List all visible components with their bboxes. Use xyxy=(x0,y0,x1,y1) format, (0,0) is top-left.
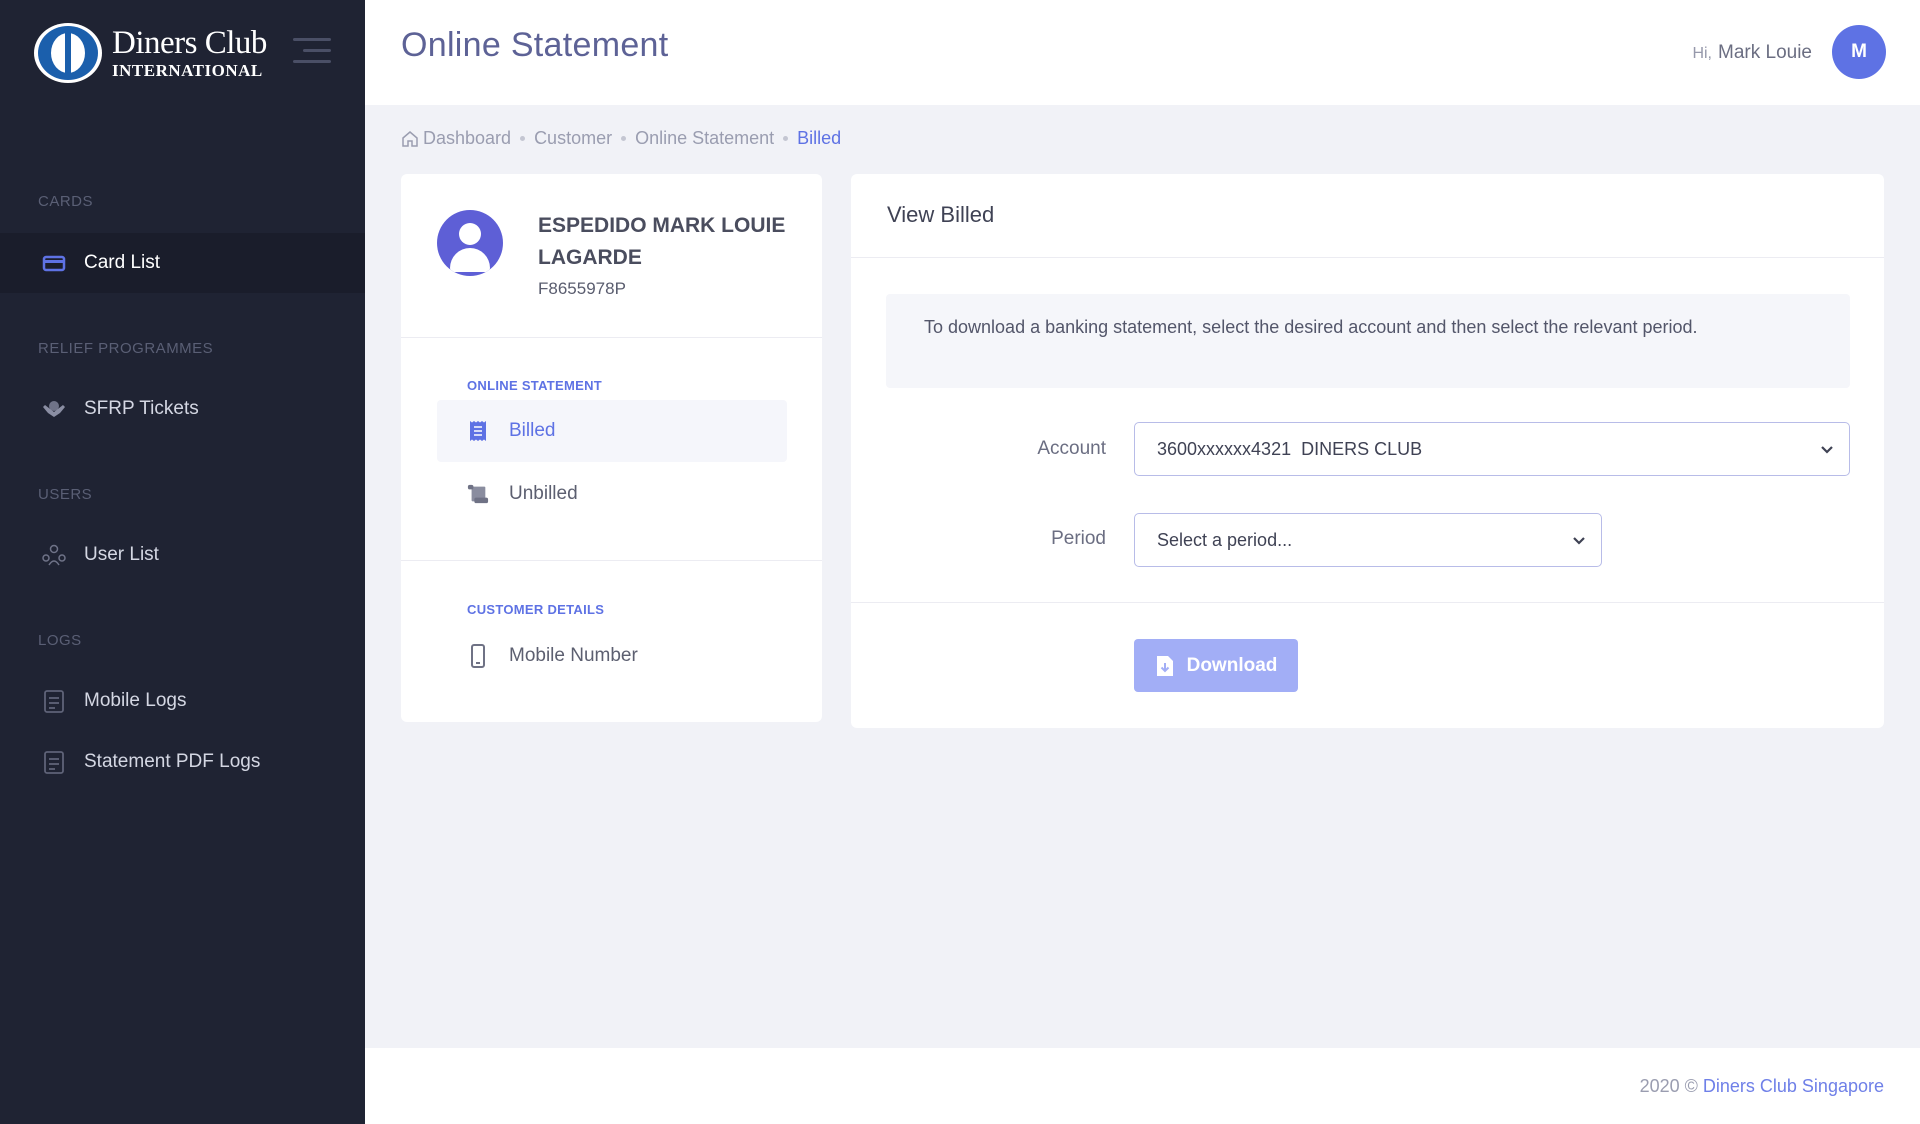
breadcrumb-current: Billed xyxy=(797,128,842,148)
menu-item-label: Unbilled xyxy=(509,483,578,504)
avatar[interactable]: M xyxy=(1832,25,1886,79)
info-message: To download a banking statement, select … xyxy=(886,294,1850,388)
section-title-logs: LOGS xyxy=(38,632,82,649)
greeting-text: Hi, xyxy=(1692,45,1712,62)
customer-id: F8655978P xyxy=(538,279,626,298)
period-label: Period xyxy=(1051,528,1106,549)
sidebar-item-label: Mobile Logs xyxy=(84,690,187,711)
download-button-label: Download xyxy=(1186,654,1278,676)
section-title-relief: RELIEF PROGRAMMES xyxy=(38,340,214,357)
menu-item-billed[interactable]: Billed xyxy=(437,400,787,462)
breadcrumb: Dashboard Customer Online Statement Bill… xyxy=(401,128,841,149)
top-header: Online Statement Hi, Mark Louie M xyxy=(365,0,1920,105)
footer-company-link[interactable]: Diners Club Singapore xyxy=(1703,1076,1884,1096)
sidebar-item-label: User List xyxy=(84,544,159,565)
period-select-placeholder: Select a period... xyxy=(1157,529,1293,550)
receipt-icon xyxy=(467,419,489,443)
scroll-icon xyxy=(467,482,489,506)
chevron-down-icon xyxy=(1571,532,1587,553)
profile-header: ESPEDIDO MARK LOUIE LAGARDE F8655978P xyxy=(401,174,822,338)
sidebar-item-label: Statement PDF Logs xyxy=(84,751,261,772)
home-icon[interactable] xyxy=(401,130,419,148)
brand-line2: INTERNATIONAL xyxy=(112,60,263,80)
breadcrumb-online-statement[interactable]: Online Statement xyxy=(635,128,774,149)
account-label: Account xyxy=(1037,438,1106,459)
diners-club-logo-icon[interactable] xyxy=(34,22,102,83)
customer-details-label: CUSTOMER DETAILS xyxy=(467,602,605,617)
sidebar-item-user-list[interactable]: User List xyxy=(0,525,365,585)
menu-item-label: Mobile Number xyxy=(509,645,638,666)
card-title: View Billed xyxy=(851,174,1884,258)
divider xyxy=(851,602,1884,603)
menu-toggle-icon[interactable] xyxy=(293,38,331,66)
sidebar: Diners Club INTERNATIONAL CARDS Card Lis… xyxy=(0,0,365,1124)
breadcrumb-separator xyxy=(520,136,526,141)
users-icon xyxy=(40,541,68,569)
breadcrumb-separator xyxy=(783,136,789,141)
user-name: Mark Louie xyxy=(1718,42,1812,63)
sidebar-item-card-list[interactable]: Card List xyxy=(0,233,365,293)
account-select[interactable]: 3600xxxxxx4321 DINERS CLUB xyxy=(1134,422,1850,476)
menu-item-unbilled[interactable]: Unbilled xyxy=(437,463,787,525)
online-statement-label: ONLINE STATEMENT xyxy=(467,378,603,393)
card-icon xyxy=(40,249,68,277)
brand-text: Diners Club INTERNATIONAL xyxy=(112,24,267,80)
chevron-down-icon xyxy=(1819,441,1835,462)
footer: 2020 © Diners Club Singapore xyxy=(365,1048,1920,1124)
account-select-value: 3600xxxxxx4321 DINERS CLUB xyxy=(1157,438,1423,459)
sidebar-item-sfrp-tickets[interactable]: SFRP Tickets xyxy=(0,379,365,439)
user-greeting[interactable]: Hi, Mark Louie xyxy=(1692,42,1812,64)
breadcrumb-dashboard[interactable]: Dashboard xyxy=(423,128,511,149)
clipboard-icon xyxy=(40,748,68,776)
menu-item-label: Billed xyxy=(509,420,556,441)
section-title-cards: CARDS xyxy=(38,193,94,210)
customer-profile-card: ESPEDIDO MARK LOUIE LAGARDE F8655978P ON… xyxy=(401,174,822,722)
breadcrumb-customer[interactable]: Customer xyxy=(534,128,612,149)
divider xyxy=(401,560,822,561)
brand-line1: Diners Club xyxy=(112,24,267,61)
breadcrumb-separator xyxy=(621,136,627,141)
period-select[interactable]: Select a period... xyxy=(1134,513,1602,567)
hands-icon xyxy=(40,395,68,423)
customer-name: ESPEDIDO MARK LOUIE LAGARDE xyxy=(538,214,786,269)
sidebar-item-statement-pdf-logs[interactable]: Statement PDF Logs xyxy=(0,732,365,792)
view-billed-card: View Billed To download a banking statem… xyxy=(851,174,1884,728)
sidebar-item-label: SFRP Tickets xyxy=(84,398,199,419)
brand: Diners Club INTERNATIONAL xyxy=(0,0,365,105)
section-title-users: USERS xyxy=(38,486,93,503)
clipboard-icon xyxy=(40,687,68,715)
page-title: Online Statement xyxy=(401,26,669,64)
footer-text: 2020 © Diners Club Singapore xyxy=(1640,1076,1884,1097)
menu-item-mobile-number[interactable]: Mobile Number xyxy=(437,625,787,687)
sidebar-item-mobile-logs[interactable]: Mobile Logs xyxy=(0,671,365,731)
mobile-icon xyxy=(467,644,489,668)
sidebar-item-label: Card List xyxy=(84,252,161,273)
file-download-icon xyxy=(1155,655,1175,677)
user-avatar-icon xyxy=(437,210,503,276)
download-button[interactable]: Download xyxy=(1134,639,1298,692)
footer-year: 2020 © xyxy=(1639,1076,1698,1096)
